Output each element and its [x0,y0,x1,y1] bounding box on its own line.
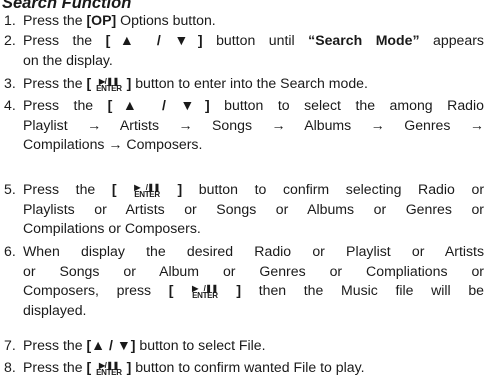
emphasis-text: “Search Mode” [308,32,420,48]
step-line: Compilations → Composers. [23,135,484,155]
text-run: Compilations → Composers. [23,136,203,153]
text-run: Press the [23,75,87,91]
play-pause-enter-icon: ▶/❚❚ ENTER [192,285,218,300]
step-line: Press the [ ▶/❚❚ ENTER ] button to confir… [23,358,484,378]
play-pause-enter-icon: ▶/❚❚ ENTER [96,362,122,377]
step-text: Press the [OP] Options button. [23,11,484,31]
step-number: 6. [4,243,16,259]
step-line: or Songs or Album or Genres or Compliati… [23,262,484,282]
text-run: Playlist → Artists → Songs → Albums → Ge… [23,116,484,133]
text-run: button to confirm wanted File to play. [131,359,365,375]
text-run: then the Music file will be [241,282,484,299]
text-run: Press the [23,337,87,353]
step-text: Press the [▲ / ▼] button to select File. [23,336,484,356]
step-line: Press the [▲ / ▼] button to select the a… [23,96,484,116]
step-line: on the display. [23,51,484,71]
text-run: Press the [23,181,112,197]
emphasis-text: [ [86,75,96,91]
step-number: 7. [4,337,16,353]
updown-button-label: [▲ / ▼] [107,97,210,113]
play-pause-enter-icon: ▶/❚❚ ENTER [134,184,160,199]
text-run: When display the desired Radio or Playli… [23,243,484,259]
text-run: Options button. [116,12,216,28]
text-run: button to select the among Radio [209,97,484,113]
updown-button-label: [▲ / ▼] [105,32,203,48]
step-text: Press the [ ▶/❚❚ ENTER ] button to enter … [23,74,484,94]
emphasis-text: ] [122,359,132,375]
text-run: Press the [23,359,87,375]
enter-label: ENTER [134,190,160,199]
text-run: button to select File. [135,337,266,353]
step-line: Press the [▲ / ▼] button until “Search M… [23,31,484,51]
text-run: Playlists or Artists or Songs or Albums … [23,200,484,217]
text-run: button to enter into the Search mode. [131,75,368,91]
text-run: Press the [23,97,108,113]
emphasis-text: ] [218,282,242,299]
step-line: Press the [ ▶/❚❚ ENTER ] button to enter … [23,74,484,94]
text-run: Press the [23,12,87,28]
text-run: on the display. [23,51,113,68]
manual-page: Search Function 1. Press the [OP] Options… [0,0,484,382]
step-line: Playlist → Artists → Songs → Albums → Ge… [23,116,484,136]
step-number: 2. [4,32,16,48]
text-run: button to confirm selecting Radio or [182,181,484,197]
text-run: Compilations or Composers. [23,220,201,237]
step-text: Press the [▲ / ▼] button until “Search M… [23,31,484,70]
step-number: 3. [4,75,16,91]
text-run: displayed. [23,301,87,318]
enter-label: ENTER [192,291,218,301]
emphasis-text: ] [160,181,183,197]
text-run: or Songs or Album or Genres or Compliati… [23,262,484,279]
step-line: displayed. [23,301,484,321]
emphasis-text: [ [168,282,192,299]
step-text: When display the desired Radio or Playli… [23,242,484,320]
text-run: button until [202,32,309,48]
step-line: Press the [OP] Options button. [23,11,484,31]
step-text: Press the [ ▶/❚❚ ENTER ] button to confir… [23,358,484,378]
step-text: Press the [ ▶/❚❚ ENTER ] button to confir… [23,180,484,239]
text-run: appears [419,32,484,48]
step-number: 5. [4,181,16,197]
enter-label: ENTER [96,368,122,377]
step-line: Press the [▲ / ▼] button to select File. [23,336,484,356]
step-number: 8. [4,359,16,375]
step-line: When display the desired Radio or Playli… [23,242,484,262]
emphasis-text: [ [86,359,96,375]
op-button-label: [OP] [86,12,117,28]
step-text: Press the [▲ / ▼] button to select the a… [23,96,484,155]
text-run: Press the [23,32,106,48]
text-run: Composers, press [23,282,169,299]
updown-button-label: [▲ / ▼] [86,337,136,353]
step-number: 1. [4,12,16,28]
emphasis-text: ] [122,75,132,91]
step-line: Press the [ ▶/❚❚ ENTER ] button to confir… [23,180,484,200]
step-line: Composers, press [ ▶/❚❚ ENTER ] then the … [23,281,484,301]
step-line: Playlists or Artists or Songs or Albums … [23,200,484,220]
enter-label: ENTER [96,84,122,93]
step-number: 4. [4,97,16,113]
emphasis-text: [ [111,181,134,197]
step-line: Compilations or Composers. [23,219,484,239]
play-pause-enter-icon: ▶/❚❚ ENTER [96,78,122,93]
